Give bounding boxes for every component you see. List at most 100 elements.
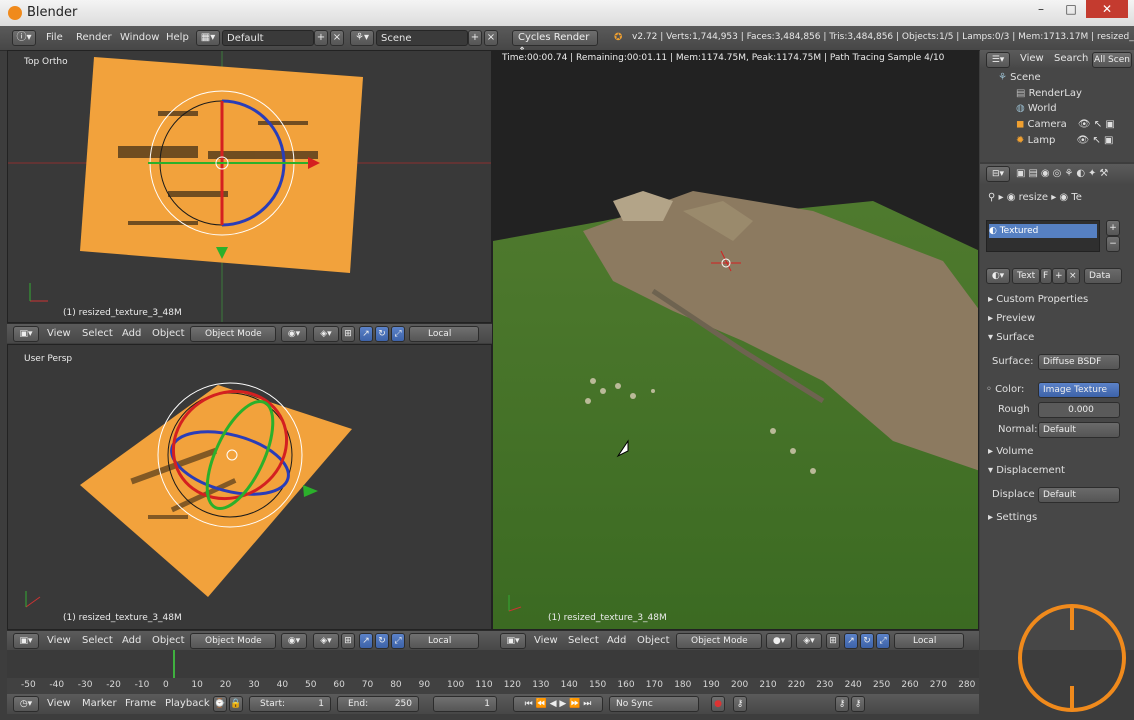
material-name-field[interactable]: Text xyxy=(1012,268,1040,284)
insert-keyframe-icon[interactable]: ⚷ xyxy=(835,696,849,712)
mode-dropdown[interactable]: Object Mode xyxy=(676,633,762,649)
outliner-item-camera[interactable]: ◼ Camera 👁 ↖ ▣ xyxy=(1016,119,1115,130)
menu-frame[interactable]: Frame xyxy=(125,698,156,709)
editor-type-info-icon[interactable]: ⓘ▾ xyxy=(12,30,36,46)
editor-type-timeline-icon[interactable]: ◷▾ xyxy=(13,696,39,712)
roughness-slider[interactable]: 0.000 xyxy=(1038,402,1120,418)
fake-user-button[interactable]: F xyxy=(1040,268,1052,284)
menu-object[interactable]: Object xyxy=(152,328,185,339)
menu-window[interactable]: Window xyxy=(120,32,159,43)
section-settings[interactable]: ▸ Settings xyxy=(988,512,1037,523)
link-data-dropdown[interactable]: Data xyxy=(1084,268,1122,284)
editor-type-3d-icon[interactable]: ▣▾ xyxy=(13,633,39,649)
scale-icon[interactable]: ⤢ xyxy=(391,326,405,342)
unlink-material-button[interactable]: × xyxy=(1066,268,1080,284)
lock-icon[interactable]: 🔒 xyxy=(229,696,243,712)
rotate-icon[interactable]: ↻ xyxy=(860,633,874,649)
viewport-rendered[interactable]: Time:00:00.74 | Remaining:00:01.11 | Mem… xyxy=(492,50,979,630)
shading-icon[interactable]: ●▾ xyxy=(766,633,792,649)
timeline[interactable]: -50 -40 -30 -20 -10 0 10 20 30 40 50 60 70 80 90 100 110… xyxy=(7,650,979,694)
menu-view[interactable]: View xyxy=(47,328,71,339)
mode-dropdown[interactable]: Object Mode xyxy=(190,326,276,342)
orientation-dropdown[interactable]: Local xyxy=(409,633,479,649)
outliner-item-scene[interactable]: ⚘ Scene xyxy=(998,72,1041,83)
record-icon[interactable]: ● xyxy=(711,696,725,712)
pivot-icon[interactable]: ◈▾ xyxy=(313,326,339,342)
menu-view[interactable]: View xyxy=(47,698,71,709)
remove-scene-icon[interactable]: × xyxy=(484,30,498,46)
screen-layout-field[interactable]: Default xyxy=(222,30,314,46)
viewport-user-persp[interactable]: User Persp (1) resized_texture_3_48M xyxy=(7,344,492,630)
material-browse-icon[interactable]: ◐▾ xyxy=(986,268,1010,284)
scale-icon[interactable]: ⤢ xyxy=(391,633,405,649)
current-frame-field[interactable]: 1 xyxy=(433,696,497,712)
outliner-item-world[interactable]: ◍ World xyxy=(1016,103,1057,114)
sync-mode-dropdown[interactable]: No Sync xyxy=(609,696,699,712)
color-input-field[interactable]: Image Texture xyxy=(1038,382,1120,398)
menu-marker[interactable]: Marker xyxy=(82,698,117,709)
section-preview[interactable]: ▸ Preview xyxy=(988,313,1035,324)
menu-render[interactable]: Render xyxy=(76,32,112,43)
playback-controls[interactable]: ⏮ ⏪ ◀ ▶ ⏩ ⏭ xyxy=(513,696,603,712)
minimize-button[interactable]: – xyxy=(1026,0,1056,18)
material-slot-list[interactable]: ◐ Textured xyxy=(986,220,1100,252)
screen-layout-icon[interactable]: ▦▾ xyxy=(196,30,220,46)
editor-type-3d-icon[interactable]: ▣▾ xyxy=(13,326,39,342)
menu-object[interactable]: Object xyxy=(637,635,670,646)
shading-icon[interactable]: ◉▾ xyxy=(281,633,307,649)
maximize-button[interactable]: □ xyxy=(1056,0,1086,18)
remove-layout-icon[interactable]: × xyxy=(330,30,344,46)
translate-icon[interactable]: ↗ xyxy=(359,633,373,649)
add-scene-icon[interactable]: + xyxy=(468,30,482,46)
section-displacement[interactable]: ▾ Displacement xyxy=(988,465,1065,476)
menu-view[interactable]: View xyxy=(1020,53,1044,64)
menu-view[interactable]: View xyxy=(47,635,71,646)
close-button[interactable]: ✕ xyxy=(1086,0,1128,18)
menu-add[interactable]: Add xyxy=(122,328,141,339)
section-surface[interactable]: ▾ Surface xyxy=(988,332,1034,343)
material-slot-item[interactable]: ◐ Textured xyxy=(989,224,1097,238)
menu-help[interactable]: Help xyxy=(166,32,189,43)
menu-object[interactable]: Object xyxy=(152,635,185,646)
render-engine-dropdown[interactable]: Cycles Render ⇕ xyxy=(512,30,598,57)
scene-field[interactable]: Scene xyxy=(376,30,468,46)
menu-select[interactable]: Select xyxy=(82,635,113,646)
manipulator-toggle-icon[interactable]: ⊞ xyxy=(341,633,355,649)
normal-input-field[interactable]: Default xyxy=(1038,422,1120,438)
viewport-top-ortho[interactable]: Top Ortho (1) resized_texture_3_48M xyxy=(7,50,492,323)
shading-icon[interactable]: ◉▾ xyxy=(281,326,307,342)
scene-icon[interactable]: ⚘▾ xyxy=(350,30,374,46)
start-frame-field[interactable]: Start: 1 xyxy=(249,696,331,712)
displace-input-field[interactable]: Default xyxy=(1038,487,1120,503)
menu-playback[interactable]: Playback xyxy=(165,698,210,709)
outliner-item-renderlayers[interactable]: ▤ RenderLay xyxy=(1016,88,1082,99)
section-custom-properties[interactable]: ▸ Custom Properties xyxy=(988,294,1088,305)
pivot-icon[interactable]: ◈▾ xyxy=(796,633,822,649)
menu-add[interactable]: Add xyxy=(607,635,626,646)
current-frame-marker[interactable] xyxy=(173,650,175,678)
menu-search[interactable]: Search xyxy=(1054,53,1088,64)
translate-icon[interactable]: ↗ xyxy=(844,633,858,649)
add-layout-icon[interactable]: + xyxy=(314,30,328,46)
keying-set-icon[interactable]: ⚷ xyxy=(733,696,747,712)
menu-file[interactable]: File xyxy=(46,32,63,43)
context-tabs-icons[interactable]: ▣▤◉◎⚘◐✦⚒ xyxy=(1016,168,1111,179)
surface-shader-field[interactable]: Diffuse BSDF xyxy=(1038,354,1120,370)
rotate-icon[interactable]: ↻ xyxy=(375,326,389,342)
timeline-track[interactable] xyxy=(7,650,979,678)
remove-slot-button[interactable]: − xyxy=(1106,236,1120,252)
editor-type-properties-icon[interactable]: ⊟▾ xyxy=(986,166,1010,182)
add-slot-button[interactable]: + xyxy=(1106,220,1120,236)
menu-add[interactable]: Add xyxy=(122,635,141,646)
translate-icon[interactable]: ↗ xyxy=(359,326,373,342)
scale-icon[interactable]: ⤢ xyxy=(876,633,890,649)
delete-keyframe-icon[interactable]: ⚷ xyxy=(851,696,865,712)
orientation-dropdown[interactable]: Local xyxy=(409,326,479,342)
preview-range-icon[interactable]: ⌚ xyxy=(213,696,227,712)
pivot-icon[interactable]: ◈▾ xyxy=(313,633,339,649)
manipulator-toggle-icon[interactable]: ⊞ xyxy=(341,326,355,342)
menu-view[interactable]: View xyxy=(534,635,558,646)
editor-type-outliner-icon[interactable]: ☰▾ xyxy=(986,52,1010,68)
mode-dropdown[interactable]: Object Mode xyxy=(190,633,276,649)
new-material-button[interactable]: + xyxy=(1052,268,1066,284)
